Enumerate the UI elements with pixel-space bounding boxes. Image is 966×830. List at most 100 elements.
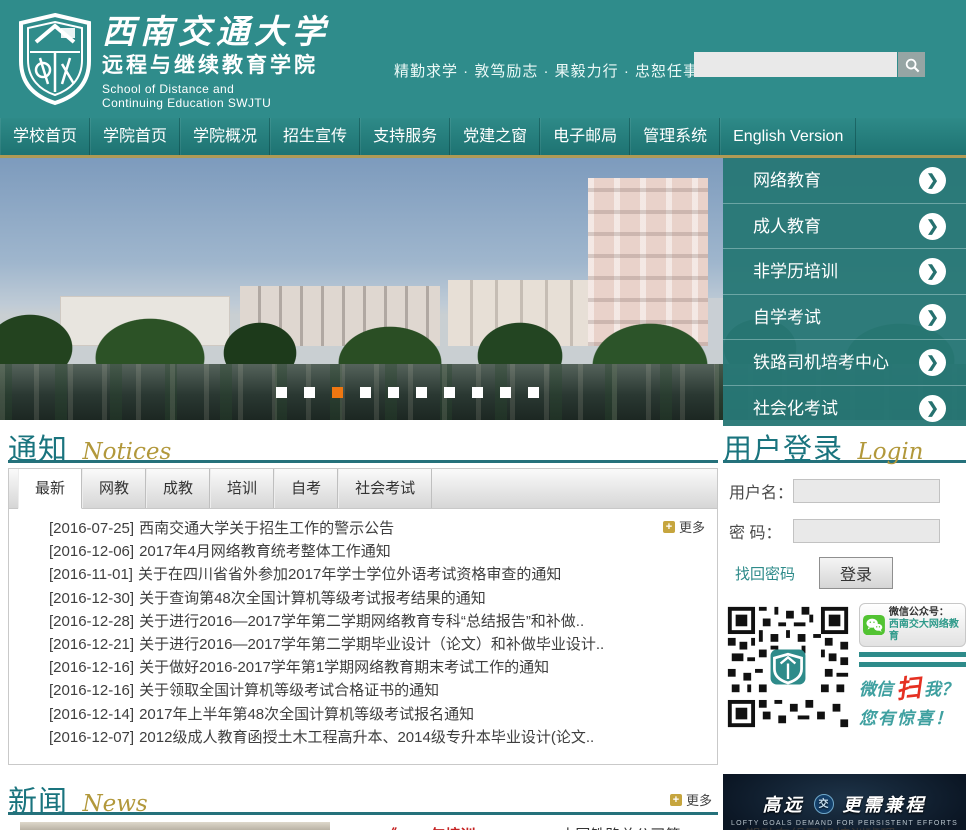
news-thumbnail bbox=[20, 822, 330, 830]
side-menu-item[interactable]: 自学考试 ❯ bbox=[723, 295, 966, 340]
notice-item[interactable]: [2016-11-01] 关于在四川省省外参加2017年学士学位外语考试资格审查的… bbox=[49, 563, 707, 586]
promo-text-row: 高远 交 更需兼程 bbox=[763, 791, 927, 817]
notice-date: [2016-12-06] bbox=[49, 543, 135, 561]
notice-date: [2016-12-21] bbox=[49, 636, 135, 654]
page: 西南交通大学 远程与继续教育学院 School of Distance and … bbox=[0, 0, 966, 830]
nav-item[interactable]: 学校首页 bbox=[0, 118, 91, 155]
notices-tab[interactable]: 网教 bbox=[82, 469, 147, 508]
promo-text-right: 更需兼程 bbox=[842, 795, 927, 816]
nav-item[interactable]: English Version bbox=[720, 118, 857, 155]
login-actions: 找回密码 登录 bbox=[729, 557, 966, 589]
carousel-dot[interactable] bbox=[360, 387, 371, 398]
notices-title-en: Notices bbox=[82, 439, 172, 465]
forgot-password-link[interactable]: 找回密码 bbox=[735, 563, 795, 584]
nav-item[interactable]: 学院首页 bbox=[90, 118, 181, 155]
notice-date: [2016-12-16] bbox=[49, 659, 135, 677]
notices-tab[interactable]: 培训 bbox=[210, 469, 275, 508]
notices-more-link[interactable]: + 更多 bbox=[662, 517, 705, 536]
login-button[interactable]: 登录 bbox=[819, 557, 894, 589]
carousel-dot[interactable] bbox=[472, 387, 483, 398]
school-name-en-line1: School of Distance and bbox=[102, 82, 235, 96]
side-menu-label: 非学历培训 bbox=[753, 262, 838, 281]
plus-icon: + bbox=[669, 793, 682, 806]
notice-item[interactable]: [2016-12-28] 关于进行2016—2017学年第二学期网络教育专科“总结… bbox=[49, 610, 707, 633]
chevron-right-circle-icon: ❯ bbox=[919, 394, 946, 422]
search-input[interactable] bbox=[694, 52, 897, 77]
notice-date: [2016-12-28] bbox=[49, 612, 135, 630]
notice-item[interactable]: [2016-12-06] 2017年4月网络教育统考整体工作通知 bbox=[49, 540, 707, 563]
news-item-title: 中国铁路总公司第140—141期动车组司机培训班理.. bbox=[560, 822, 903, 830]
university-name: 西南交通大学 bbox=[102, 12, 330, 51]
wechat-account-label: 微信公众号： bbox=[888, 607, 949, 618]
news-more-link[interactable]: + 更多 bbox=[669, 790, 712, 809]
side-menu-item[interactable]: 成人教育 ❯ bbox=[723, 204, 966, 249]
nav-item[interactable]: 学院概况 bbox=[180, 118, 271, 155]
side-menu-label: 自学考试 bbox=[753, 307, 821, 327]
school-name-en-line2: Continuing Education SWJTU bbox=[102, 96, 272, 110]
side-menu-item[interactable]: 铁路司机培考中心 ❯ bbox=[723, 340, 966, 386]
chevron-right-circle-icon: ❯ bbox=[919, 349, 946, 376]
header: 西南交通大学 远程与继续教育学院 School of Distance and … bbox=[0, 0, 966, 118]
wechat-account-texts: 微信公众号： 西南交大网络教育 bbox=[889, 607, 962, 643]
notice-date: [2016-07-25] bbox=[49, 520, 135, 537]
nav-item[interactable]: 管理系统 bbox=[630, 118, 721, 155]
wechat-account-name: 西南交大网络教育 bbox=[888, 619, 959, 642]
notice-item[interactable]: [2016-12-21] 关于进行2016—2017学年第二学期毕业设计（论文）和… bbox=[49, 633, 707, 656]
username-field[interactable] bbox=[793, 479, 940, 503]
carousel-dots bbox=[276, 387, 539, 398]
notice-date: [2016-12-14] bbox=[49, 705, 135, 723]
nav-item[interactable]: 党建之窗 bbox=[450, 118, 541, 155]
notice-item[interactable]: [2016-12-16] 关于做好2016-2017学年第1学期网络教育期末考试工… bbox=[49, 656, 707, 679]
carousel-dot[interactable] bbox=[276, 387, 287, 398]
login-title: 用户登录 bbox=[723, 434, 844, 466]
plus-icon: + bbox=[662, 520, 675, 533]
login-title-en: Login bbox=[857, 439, 924, 465]
news-header: 新闻 News + 更多 bbox=[8, 772, 718, 818]
university-crest-icon bbox=[19, 12, 91, 106]
notice-item[interactable]: [2016-12-14] 2017年上半年第48次全国计算机等级考试报名通知 bbox=[49, 703, 707, 726]
promo-logo-icon: 交 bbox=[813, 794, 834, 814]
notices-panel: 最新 网教 成教 培训 自考 社会考试 + 更多 [2016-07-25] 西南交通大学关于… bbox=[8, 468, 718, 765]
notice-title: 关于在四川省省外参加2017年学士学位外语考试资格审查的通知 bbox=[137, 566, 562, 584]
username-label: 用户名： bbox=[729, 485, 794, 502]
notices-tab[interactable]: 自考 bbox=[274, 469, 339, 508]
wechat-slogan-line2: 您有惊喜！ bbox=[859, 709, 954, 728]
carousel-dot[interactable] bbox=[416, 387, 427, 398]
slogan-post: 我？ bbox=[924, 680, 959, 699]
side-menu-label: 成人教育 bbox=[753, 216, 821, 236]
side-menu-item[interactable]: 网络教育 ❯ bbox=[723, 158, 966, 204]
notices-tabs: 最新 网教 成教 培训 自考 社会考试 bbox=[9, 469, 717, 509]
nav-item[interactable]: 支持服务 bbox=[360, 118, 451, 155]
notices-tab[interactable]: 成教 bbox=[146, 469, 211, 508]
carousel-dot[interactable] bbox=[388, 387, 399, 398]
nav-item[interactable]: 电子邮局 bbox=[540, 118, 631, 155]
side-menu-item[interactable]: 社会化考试 ❯ bbox=[723, 386, 966, 427]
notice-item[interactable]: [2016-12-30] 关于查询第48次全国计算机等级考试报考结果的通知 bbox=[49, 587, 707, 610]
carousel-dot[interactable] bbox=[500, 387, 511, 398]
university-logo[interactable] bbox=[16, 12, 94, 106]
carousel-dot[interactable] bbox=[304, 387, 315, 398]
password-field[interactable] bbox=[793, 519, 940, 543]
news-tag: 《2016年培训… bbox=[382, 822, 490, 830]
chevron-right-circle-icon: ❯ bbox=[919, 212, 946, 240]
notices-tab[interactable]: 最新 bbox=[18, 469, 83, 509]
carousel-dot[interactable] bbox=[528, 387, 539, 398]
notice-item[interactable]: [2016-12-07] 2012级成人教育函授土木工程高升本、2014级专升本毕… bbox=[49, 726, 707, 749]
carousel-dot[interactable] bbox=[332, 387, 343, 398]
notice-title: 关于进行2016—2017学年第二学期网络教育专科“总结报告”和补做.. bbox=[139, 612, 585, 630]
notice-title: 2017年上半年第48次全国计算机等级考试报名通知 bbox=[139, 705, 475, 723]
side-menu-item[interactable]: 非学历培训 ❯ bbox=[723, 249, 966, 295]
wechat-info: 微信公众号： 西南交大网络教育 微信 扫 我？ 您有惊喜！ bbox=[859, 603, 966, 731]
wechat-block: 微信公众号： 西南交大网络教育 微信 扫 我？ 您有惊喜！ bbox=[723, 603, 966, 731]
notice-item[interactable]: [2016-12-16] 关于领取全国计算机等级考试合格证书的通知 bbox=[49, 679, 707, 702]
search-button[interactable] bbox=[898, 52, 925, 77]
notice-title: 西南交通大学关于招生工作的警示公告 bbox=[139, 520, 395, 537]
nav-item[interactable]: 招生宣传 bbox=[270, 118, 361, 155]
notices-tab[interactable]: 社会考试 bbox=[338, 469, 433, 508]
wechat-slogan-line1: 微信 扫 我？ bbox=[859, 674, 966, 704]
notice-item[interactable]: [2016-07-25] 西南交通大学关于招生工作的警示公告 bbox=[49, 517, 707, 540]
notices-list: [2016-07-25] 西南交通大学关于招生工作的警示公告 [2016-12-0… bbox=[9, 509, 717, 749]
news-item[interactable]: 《2016年培训… 中国铁路总公司第140—141期动车组司机培训班理.. bbox=[8, 822, 904, 830]
slogan-pre: 微信 bbox=[859, 680, 893, 699]
carousel-dot[interactable] bbox=[444, 387, 455, 398]
